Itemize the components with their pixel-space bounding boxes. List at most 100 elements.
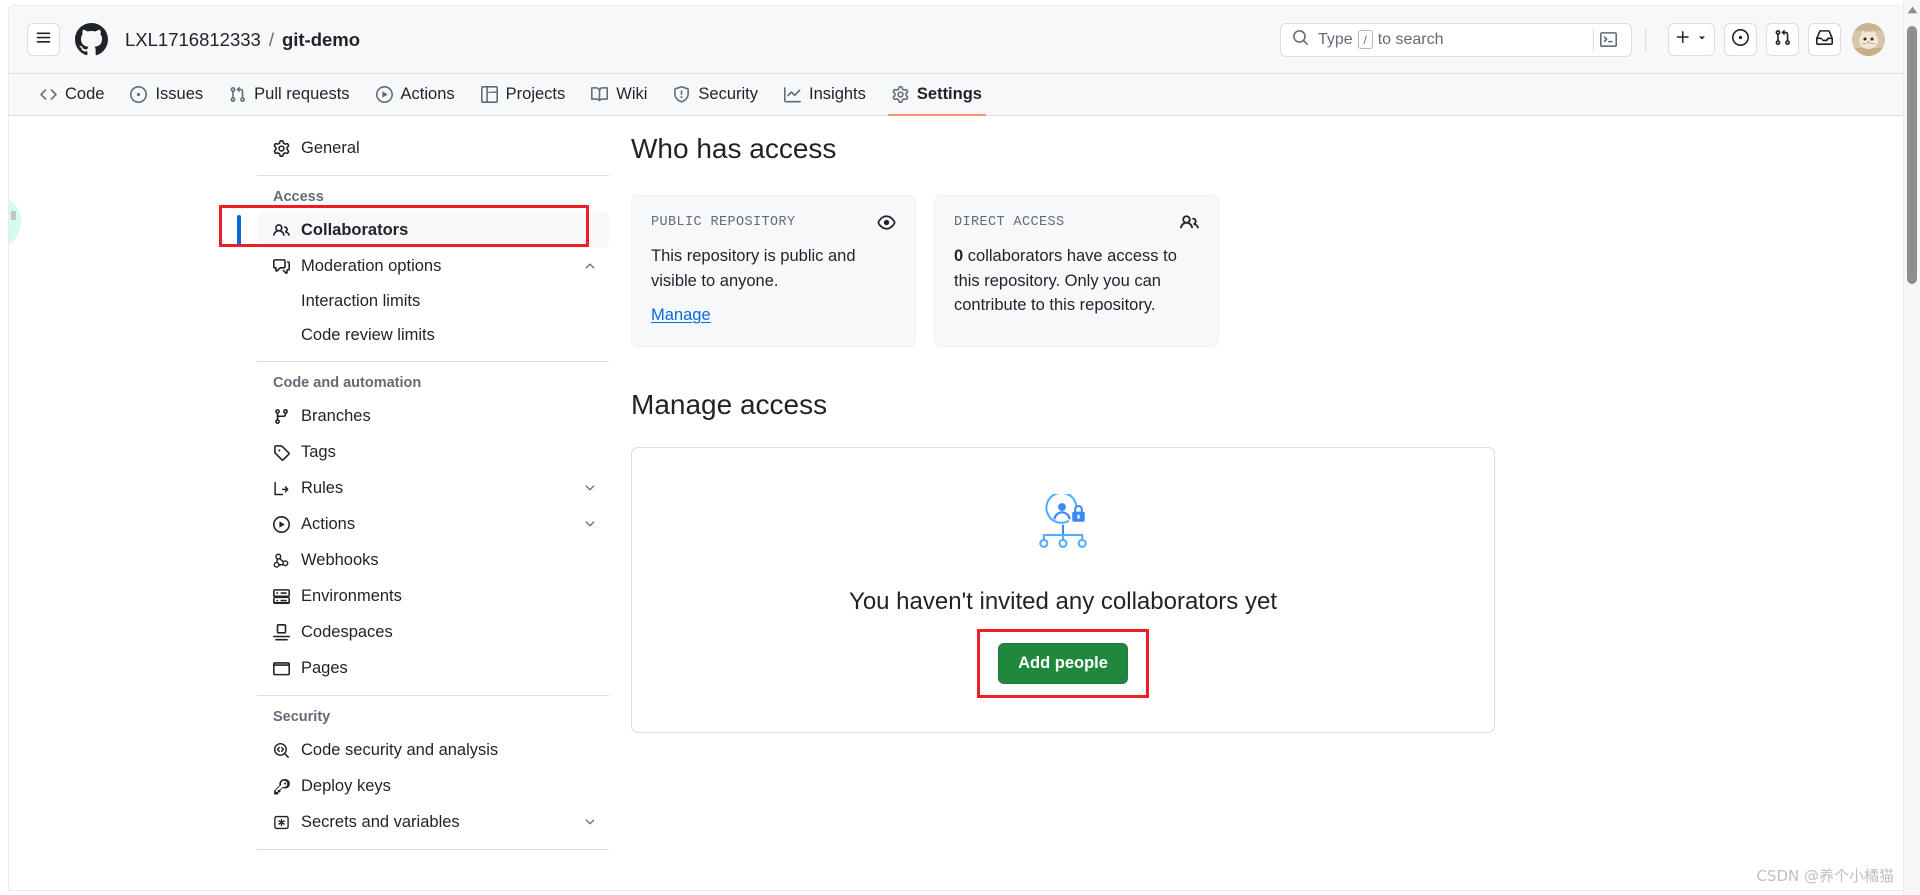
sidebar-item-branches[interactable]: Branches xyxy=(257,398,609,434)
sidebar-item-tags[interactable]: Tags xyxy=(257,434,609,470)
codespaces-icon xyxy=(273,623,290,641)
sidebar-divider xyxy=(257,361,609,362)
settings-main-panel: Who has access PUBLIC REPOSITORY This re… xyxy=(631,116,1531,733)
card-label: DIRECT ACCESS xyxy=(954,215,1065,231)
sidebar-subitem-code-review-limits[interactable]: Code review limits xyxy=(257,318,609,352)
sidebar-item-label: Webhooks xyxy=(301,550,379,569)
breadcrumb-separator: / xyxy=(268,28,274,50)
table-icon xyxy=(480,86,498,103)
gear-icon xyxy=(273,139,290,157)
access-cards: PUBLIC REPOSITORY This repository is pub… xyxy=(631,195,1531,348)
sidebar-subitem-label: Interaction limits xyxy=(301,291,421,310)
tab-projects[interactable]: Projects xyxy=(468,74,579,115)
scroll-up-arrow-icon[interactable] xyxy=(1904,6,1920,14)
sidebar-item-label: Tags xyxy=(301,442,336,461)
sidebar-divider xyxy=(257,849,609,850)
sidebar-item-code-security-and-analysis[interactable]: Code security and analysis xyxy=(257,732,609,768)
card-body: 0 collaborators have access to this repo… xyxy=(954,244,1199,317)
chevron-up-icon xyxy=(583,259,597,273)
scrollbar-thumb[interactable] xyxy=(1907,26,1917,284)
notifications-inbox-button[interactable] xyxy=(1808,23,1841,56)
sidebar-item-pages[interactable]: Pages xyxy=(257,650,609,686)
sidebar-group-title: Code and automation xyxy=(273,375,422,391)
global-header: LXL1716812333 / git-demo Type / to searc… xyxy=(9,6,1903,74)
tab-actions[interactable]: Actions xyxy=(363,74,468,115)
sidebar-item-label: Actions xyxy=(301,514,356,533)
tab-label: Pull requests xyxy=(254,85,350,103)
tab-pull-requests[interactable]: Pull requests xyxy=(216,74,362,115)
tab-security[interactable]: Security xyxy=(660,74,771,115)
browser-icon xyxy=(273,660,290,677)
git-pull-request-icon xyxy=(1774,29,1791,51)
sidebar-group-title: Access xyxy=(273,189,324,205)
collaborator-count: 0 xyxy=(954,247,964,266)
issues-button[interactable] xyxy=(1724,23,1757,56)
sidebar-item-secrets-and-variables[interactable]: Secrets and variables xyxy=(257,804,609,840)
sidebar-item-general[interactable]: General xyxy=(257,130,609,166)
sidebar-item-environments[interactable]: Environments xyxy=(257,578,609,614)
codescan-icon xyxy=(273,742,290,759)
sidebar-item-label: Code security and analysis xyxy=(301,740,499,759)
sidebar-item-codespaces[interactable]: Codespaces xyxy=(257,614,609,650)
repository-nav: Code Issues Pull requests Actions Projec… xyxy=(9,74,1903,116)
sidebar-item-label: General xyxy=(301,138,360,157)
sidebar-item-webhooks[interactable]: Webhooks xyxy=(257,542,609,578)
sidebar-item-rules[interactable]: Rules xyxy=(257,470,609,506)
screenshot-root: LXL1716812333 / git-demo Type / to searc… xyxy=(0,0,1920,895)
card-body-text: collaborators have access to this reposi… xyxy=(954,247,1177,315)
tab-code[interactable]: Code xyxy=(27,74,117,115)
sidebar-subitem-interaction-limits[interactable]: Interaction limits xyxy=(257,284,609,318)
search-input[interactable]: Type / to search xyxy=(1280,22,1632,57)
tab-label: Security xyxy=(698,85,759,103)
card-header: PUBLIC REPOSITORY xyxy=(651,213,896,232)
tab-label: Insights xyxy=(809,85,866,103)
eye-icon xyxy=(877,213,896,232)
tab-label: Issues xyxy=(155,85,204,103)
command-palette-icon[interactable] xyxy=(1593,27,1623,52)
header-divider xyxy=(1645,27,1646,52)
search-placeholder: Type / to search xyxy=(1318,30,1444,49)
inbox-icon xyxy=(1816,29,1833,51)
create-new-button[interactable] xyxy=(1668,23,1715,56)
webhook-icon xyxy=(273,552,290,569)
search-icon xyxy=(1292,29,1309,51)
main-content: General Access Collaborators Moderation … xyxy=(9,116,1903,890)
server-icon xyxy=(273,588,290,605)
chevron-down-icon xyxy=(583,517,597,531)
sidebar-item-label: Rules xyxy=(301,478,344,497)
sidebar-item-moderation-options[interactable]: Moderation options xyxy=(257,248,609,284)
comment-discussion-icon xyxy=(273,258,290,275)
person-lock-org-chart-illustration xyxy=(1029,491,1097,557)
chevron-down-icon xyxy=(1696,31,1708,49)
plus-icon xyxy=(1675,29,1691,50)
decorative-tick xyxy=(11,211,16,220)
manage-link[interactable]: Manage xyxy=(651,306,711,325)
tab-issues[interactable]: Issues xyxy=(117,74,216,115)
github-logo-icon[interactable] xyxy=(75,23,108,56)
tab-settings[interactable]: Settings xyxy=(879,74,995,116)
sidebar-item-collaborators[interactable]: Collaborators xyxy=(237,212,609,248)
user-avatar[interactable] xyxy=(1852,23,1885,56)
git-branch-icon xyxy=(273,408,290,425)
sidebar-group-access: Access Collaborators Moderation options … xyxy=(219,182,609,352)
tab-wiki[interactable]: Wiki xyxy=(578,74,660,115)
sidebar-item-label: Codespaces xyxy=(301,622,393,641)
chevron-down-icon xyxy=(583,815,597,829)
sidebar-item-label: Moderation options xyxy=(301,256,442,275)
tab-insights[interactable]: Insights xyxy=(771,74,879,115)
play-icon xyxy=(375,86,393,103)
add-people-button[interactable]: Add people xyxy=(998,642,1128,684)
play-icon xyxy=(273,515,290,533)
sidebar-item-actions[interactable]: Actions xyxy=(257,506,609,542)
hamburger-menu-button[interactable] xyxy=(27,23,60,56)
add-people-wrapper: Add people xyxy=(977,628,1149,698)
breadcrumb-owner[interactable]: LXL1716812333 xyxy=(125,29,261,51)
people-icon xyxy=(1180,213,1199,232)
sidebar-item-label: Environments xyxy=(301,586,402,605)
vertical-scrollbar[interactable] xyxy=(1903,0,1920,895)
watermark: CSDN @养个小橘猫 xyxy=(1756,867,1894,885)
slash-key-hint: / xyxy=(1357,30,1373,49)
pull-requests-button[interactable] xyxy=(1766,23,1799,56)
sidebar-item-deploy-keys[interactable]: Deploy keys xyxy=(257,768,609,804)
breadcrumb-repo[interactable]: git-demo xyxy=(282,29,360,51)
